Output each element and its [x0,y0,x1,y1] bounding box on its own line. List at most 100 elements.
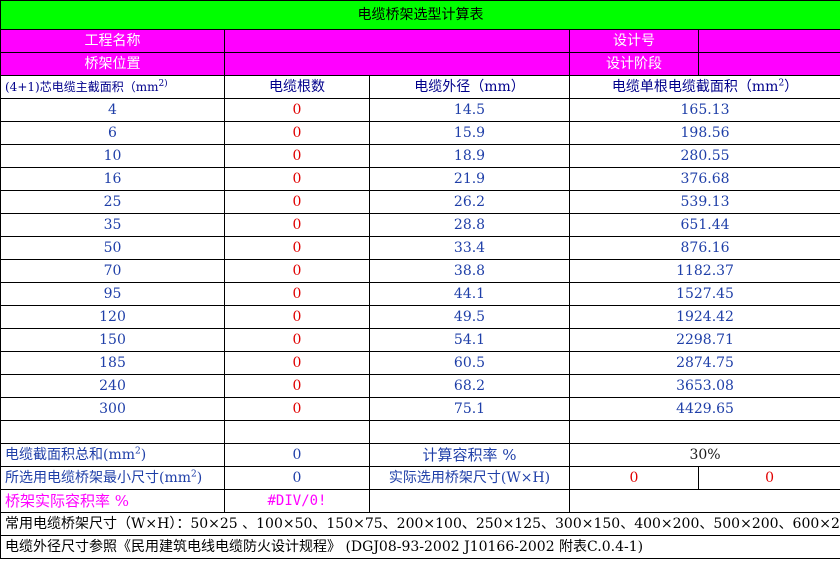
table-row: 120 0 49.5 1924.42 [0,305,840,329]
location-input[interactable] [224,52,570,76]
sheet-title[interactable]: 电缆桥架选型计算表 [0,0,840,30]
calc-sheet: 电缆桥架选型计算表 工程名称 设计号 桥架位置 设计阶段 (4+1)芯电缆主截面… [0,0,840,559]
single-area-cell[interactable]: 280.55 [568,144,840,168]
diameter-cell[interactable]: 15.9 [369,121,570,145]
calc-ratio-value[interactable]: 30% [568,443,840,467]
area-cell[interactable]: 240 [0,374,225,398]
single-area-cell[interactable]: 376.68 [568,167,840,191]
area-cell[interactable]: 120 [0,305,225,329]
count-cell[interactable]: 0 [224,190,370,214]
single-area-cell[interactable]: 539.13 [568,190,840,214]
count-cell[interactable]: 0 [224,351,370,375]
diameter-cell[interactable]: 60.5 [369,351,570,375]
single-area-cell[interactable]: 1527.45 [568,282,840,306]
header-diameter: 电缆外径（mm） [369,75,570,99]
total-area-value[interactable]: 0 [224,443,370,467]
actual-size-label: 实际选用桥架尺寸(W×H) [369,466,570,490]
blank-cell[interactable] [0,420,225,444]
table-row: 35 0 28.8 651.44 [0,213,840,237]
design-no-label: 设计号 [569,29,699,53]
single-area-cell[interactable]: 651.44 [568,213,840,237]
table-row: 50 0 33.4 876.16 [0,236,840,260]
diameter-cell[interactable]: 54.1 [369,328,570,352]
diameter-cell[interactable]: 44.1 [369,282,570,306]
design-stage-label: 设计阶段 [569,52,699,76]
count-cell[interactable]: 0 [224,167,370,191]
project-name-label: 工程名称 [0,29,225,53]
area-cell[interactable]: 150 [0,328,225,352]
diameter-cell[interactable]: 49.5 [369,305,570,329]
count-cell[interactable]: 0 [224,397,370,421]
single-area-cell[interactable]: 198.56 [568,121,840,145]
blank-cell[interactable] [568,420,840,444]
blank-cell[interactable] [369,420,570,444]
count-cell[interactable]: 0 [224,213,370,237]
diameter-cell[interactable]: 28.8 [369,213,570,237]
actual-ratio-label: 桥架实际容积率 % [0,489,225,513]
area-cell[interactable]: 95 [0,282,225,306]
min-size-value[interactable]: 0 [224,466,370,490]
table-row: 240 0 68.2 3653.08 [0,374,840,398]
cable-rows: 4 0 14.5 165.13 6 0 15.9 198.56 10 0 18.9 280.55 16 0… [0,98,840,421]
table-row: 185 0 60.5 2874.75 [0,351,840,375]
design-stage-input[interactable] [697,52,840,76]
count-cell[interactable]: 0 [224,282,370,306]
design-no-input[interactable] [697,29,840,53]
area-cell[interactable]: 35 [0,213,225,237]
location-label: 桥架位置 [0,52,225,76]
blank-cell[interactable] [369,489,570,513]
table-row: 25 0 26.2 539.13 [0,190,840,214]
diameter-cell[interactable]: 75.1 [369,397,570,421]
diameter-cell[interactable]: 14.5 [369,98,570,122]
single-area-cell[interactable]: 2874.75 [568,351,840,375]
reference-note: 电缆外径尺寸参照《民用建筑电线电缆防火设计规程》 (DGJ08-93-2002 … [0,535,840,559]
min-size-label: 所选用电缆桥架最小尺寸(mm2) [0,466,225,490]
diameter-cell[interactable]: 68.2 [369,374,570,398]
area-cell[interactable]: 70 [0,259,225,283]
actual-width-input[interactable]: 0 [569,466,699,490]
count-cell[interactable]: 0 [224,236,370,260]
header-count: 电缆根数 [224,75,370,99]
count-cell[interactable]: 0 [224,328,370,352]
single-area-cell[interactable]: 1924.42 [568,305,840,329]
single-area-cell[interactable]: 4429.65 [568,397,840,421]
area-cell[interactable]: 6 [0,121,225,145]
single-area-cell[interactable]: 165.13 [568,98,840,122]
blank-cell[interactable] [224,420,370,444]
count-cell[interactable]: 0 [224,305,370,329]
area-cell[interactable]: 25 [0,190,225,214]
header-area: (4+1)芯电缆主截面积（mm2) [0,75,225,99]
area-cell[interactable]: 16 [0,167,225,191]
area-cell[interactable]: 300 [0,397,225,421]
table-row: 150 0 54.1 2298.71 [0,328,840,352]
count-cell[interactable]: 0 [224,144,370,168]
table-row: 6 0 15.9 198.56 [0,121,840,145]
count-cell[interactable]: 0 [224,259,370,283]
total-area-label: 电缆截面积总和(mm2) [0,443,225,467]
area-cell[interactable]: 185 [0,351,225,375]
project-name-input[interactable] [224,29,570,53]
actual-height-input[interactable]: 0 [697,466,840,490]
single-area-cell[interactable]: 876.16 [568,236,840,260]
area-cell[interactable]: 50 [0,236,225,260]
single-area-cell[interactable]: 2298.71 [568,328,840,352]
actual-ratio-value[interactable]: #DIV/0! [224,489,370,513]
diameter-cell[interactable]: 38.8 [369,259,570,283]
diameter-cell[interactable]: 21.9 [369,167,570,191]
area-cell[interactable]: 10 [0,144,225,168]
single-area-cell[interactable]: 1182.37 [568,259,840,283]
count-cell[interactable]: 0 [224,121,370,145]
diameter-cell[interactable]: 26.2 [369,190,570,214]
table-row: 10 0 18.9 280.55 [0,144,840,168]
header-single-area: 电缆单根电缆截面积（mm2） [568,75,840,99]
count-cell[interactable]: 0 [224,374,370,398]
area-cell[interactable]: 4 [0,98,225,122]
table-row: 4 0 14.5 165.13 [0,98,840,122]
count-cell[interactable]: 0 [224,98,370,122]
diameter-cell[interactable]: 33.4 [369,236,570,260]
blank-cell[interactable] [568,489,840,513]
single-area-cell[interactable]: 3653.08 [568,374,840,398]
table-row: 300 0 75.1 4429.65 [0,397,840,421]
diameter-cell[interactable]: 18.9 [369,144,570,168]
table-row: 16 0 21.9 376.68 [0,167,840,191]
